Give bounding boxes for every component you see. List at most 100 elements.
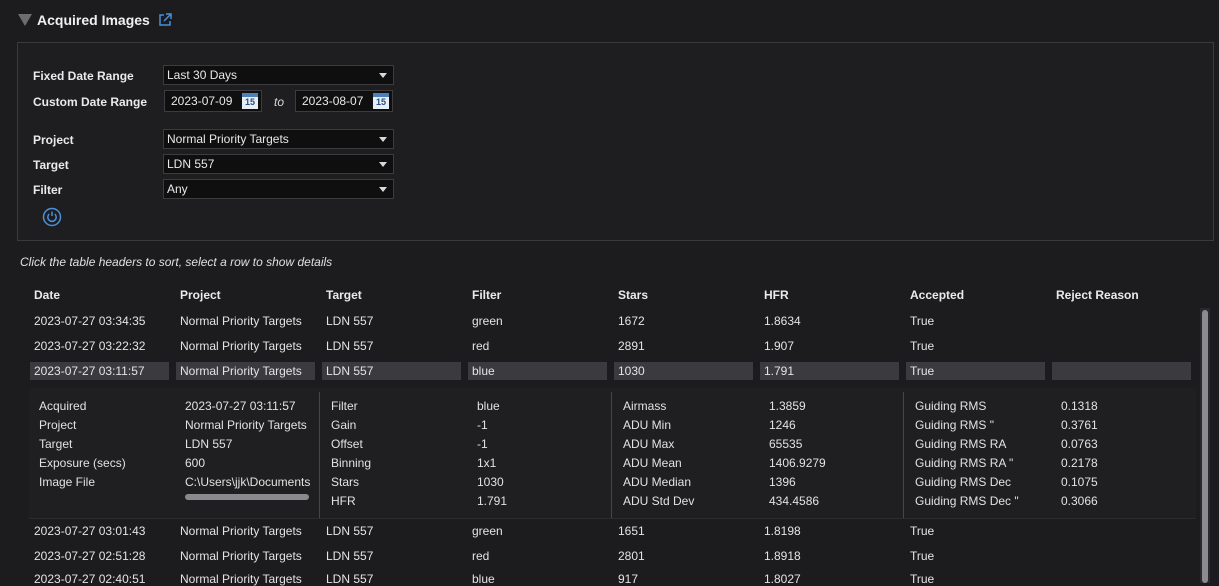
cell-hfr: 1.8634 <box>764 314 801 328</box>
cell-filter: blue <box>468 362 607 380</box>
external-link-icon[interactable] <box>158 13 172 27</box>
detail-value: blue <box>477 399 500 413</box>
project-select[interactable]: Normal Priority Targets <box>163 129 394 149</box>
detail-value: 2023-07-27 03:11:57 <box>185 399 296 413</box>
cell-target: LDN 557 <box>326 524 374 538</box>
section-title: Acquired Images <box>37 12 150 28</box>
cell-stars: 2891 <box>618 339 645 353</box>
detail-value: 0.2178 <box>1061 456 1098 470</box>
target-select[interactable]: LDN 557 <box>163 154 394 174</box>
detail-value: -1 <box>477 437 488 451</box>
detail-label: Project <box>39 418 77 432</box>
detail-label: ADU Mean <box>623 456 682 470</box>
fixed-date-range-label: Fixed Date Range <box>33 69 134 83</box>
column-header-filter[interactable]: Filter <box>472 288 501 302</box>
column-header-date[interactable]: Date <box>34 288 60 302</box>
detail-value: 0.1318 <box>1061 399 1098 413</box>
column-header-stars[interactable]: Stars <box>618 288 648 302</box>
calendar-icon[interactable]: 15 <box>242 93 258 109</box>
image-file-scrollbar[interactable] <box>185 494 309 500</box>
filter-select[interactable]: Any <box>163 179 394 199</box>
cell-filter: green <box>472 314 503 328</box>
column-header-hfr[interactable]: HFR <box>764 288 789 302</box>
detail-value: 1246 <box>769 418 796 432</box>
cell-reject-reason <box>1052 362 1191 380</box>
detail-label: Offset <box>331 437 363 451</box>
column-header-reject-reason[interactable]: Reject Reason <box>1056 288 1139 302</box>
detail-value: LDN 557 <box>185 437 233 451</box>
detail-value: 1396 <box>769 475 796 489</box>
cell-stars: 1030 <box>614 362 753 380</box>
detail-label: ADU Std Dev <box>623 494 695 508</box>
detail-label: ADU Max <box>623 437 675 451</box>
cell-hfr: 1.907 <box>764 339 795 353</box>
chevron-down-icon <box>379 137 387 142</box>
date-to-value: 2023-08-07 <box>302 94 364 108</box>
fixed-date-range-value: Last 30 Days <box>167 68 238 82</box>
refresh-icon[interactable] <box>42 207 62 227</box>
detail-value: 600 <box>185 456 206 470</box>
detail-label: Image File <box>39 475 96 489</box>
detail-label: Acquired <box>39 399 87 413</box>
detail-value: 65535 <box>769 437 803 451</box>
cell-target: LDN 557 <box>326 339 374 353</box>
cell-filter: blue <box>472 572 495 586</box>
detail-label: Stars <box>331 475 360 489</box>
date-to-input[interactable]: 2023-08-07 15 <box>295 90 393 112</box>
cell-target: LDN 557 <box>326 549 374 563</box>
cell-filter: red <box>472 339 490 353</box>
cell-project: Normal Priority Targets <box>180 314 302 328</box>
cell-target: LDN 557 <box>326 314 374 328</box>
table-scrollbar-thumb[interactable] <box>1202 310 1208 583</box>
detail-label: ADU Median <box>623 475 692 489</box>
chevron-down-icon <box>379 187 387 192</box>
cell-project: Normal Priority Targets <box>180 572 302 586</box>
details-divider <box>611 392 612 518</box>
target-label: Target <box>33 158 69 172</box>
cell-date: 2023-07-27 02:40:51 <box>34 572 146 586</box>
detail-value: 1030 <box>477 475 504 489</box>
details-divider <box>319 392 320 518</box>
date-from-value: 2023-07-09 <box>171 94 233 108</box>
cell-accepted: True <box>910 314 935 328</box>
cell-target: LDN 557 <box>326 572 374 586</box>
detail-label: HFR <box>331 494 356 508</box>
filter-label: Filter <box>33 183 63 197</box>
cell-date: 2023-07-27 03:34:35 <box>34 314 146 328</box>
chevron-down-icon <box>379 162 387 167</box>
cell-stars: 1672 <box>618 314 645 328</box>
cell-target: LDN 557 <box>322 362 461 380</box>
detail-value: 0.3761 <box>1061 418 1098 432</box>
detail-value: 0.1075 <box>1061 475 1098 489</box>
date-from-input[interactable]: 2023-07-09 15 <box>164 90 262 112</box>
cell-date: 2023-07-27 03:01:43 <box>34 524 146 538</box>
custom-date-range-label: Custom Date Range <box>33 95 148 109</box>
cell-date: 2023-07-27 03:22:32 <box>34 339 146 353</box>
detail-value: 1406.9279 <box>769 456 826 470</box>
cell-accepted: True <box>910 572 935 586</box>
cell-stars: 917 <box>618 572 639 586</box>
detail-label: Binning <box>331 456 372 470</box>
cell-accepted: True <box>910 549 935 563</box>
detail-label: Guiding RMS RA <box>915 437 1007 451</box>
detail-label: Gain <box>331 418 357 432</box>
column-header-accepted[interactable]: Accepted <box>910 288 964 302</box>
detail-value: 434.4586 <box>769 494 820 508</box>
calendar-icon[interactable]: 15 <box>373 93 389 109</box>
cell-hfr: 1.8198 <box>764 524 801 538</box>
column-header-target[interactable]: Target <box>326 288 362 302</box>
collapse-triangle-icon[interactable] <box>18 14 32 26</box>
cell-filter: green <box>472 524 503 538</box>
detail-label: Guiding RMS RA " <box>915 456 1014 470</box>
detail-value: Normal Priority Targets <box>185 418 307 432</box>
detail-label: Guiding RMS <box>915 399 987 413</box>
detail-value: 0.0763 <box>1061 437 1098 451</box>
section-header[interactable]: Acquired Images <box>18 10 172 30</box>
fixed-date-range-select[interactable]: Last 30 Days <box>163 65 394 85</box>
column-header-project[interactable]: Project <box>180 288 221 302</box>
detail-value: 1x1 <box>477 456 497 470</box>
cell-filter: red <box>472 549 490 563</box>
target-value: LDN 557 <box>167 157 215 171</box>
project-label: Project <box>33 133 74 147</box>
cell-stars: 1651 <box>618 524 645 538</box>
